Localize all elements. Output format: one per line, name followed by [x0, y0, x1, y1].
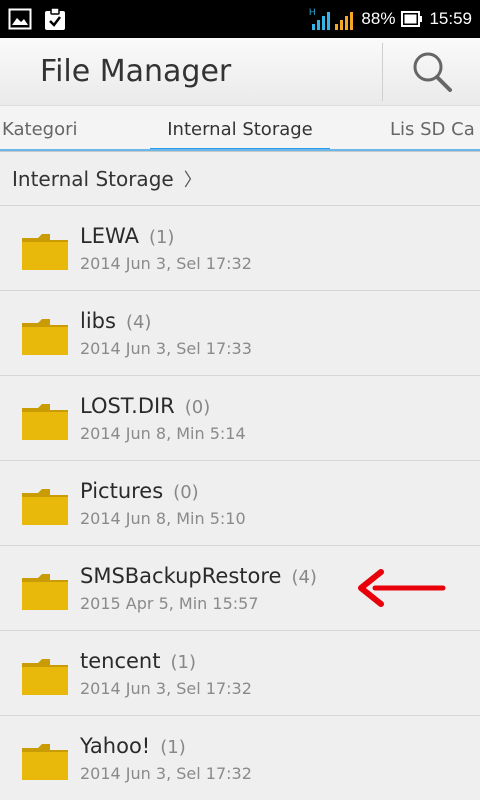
modified-date: 2014 Jun 3, Sel 17:32	[80, 678, 252, 698]
folder-text: LOST.DIR (0) 2014 Jun 8, Min 5:14	[80, 394, 246, 443]
gallery-icon	[8, 8, 32, 30]
battery-percent: 88%	[361, 9, 396, 28]
item-count: (1)	[160, 736, 186, 758]
folder-row-lewa[interactable]: LEWA (1) 2014 Jun 3, Sel 17:32	[0, 206, 480, 291]
folder-icon	[22, 744, 68, 780]
action-bar: File Manager	[0, 38, 480, 106]
modified-date: 2014 Jun 3, Sel 17:33	[80, 338, 252, 358]
folder-row-tencent[interactable]: tencent (1) 2014 Jun 3, Sel 17:32	[0, 631, 480, 716]
tab-underline	[0, 149, 480, 151]
status-bar: H 88% 15:59	[0, 0, 480, 38]
folder-row-smsbackuprestore[interactable]: SMSBackupRestore (4) 2015 Apr 5, Min 15:…	[0, 546, 480, 631]
chevron-right-icon: 〉	[183, 169, 202, 191]
battery-icon	[401, 11, 423, 27]
search-icon	[413, 52, 452, 92]
modified-date: 2014 Jun 3, Sel 17:32	[80, 253, 252, 273]
folder-name: Pictures	[80, 478, 164, 503]
folder-name: tencent	[80, 648, 161, 673]
modified-date: 2014 Jun 8, Min 5:14	[80, 423, 246, 443]
tab-sd-card[interactable]: Lis SD Ca	[390, 106, 475, 151]
breadcrumb-label: Internal Storage	[12, 166, 174, 191]
item-count: (1)	[148, 226, 175, 248]
folder-icon	[22, 659, 68, 695]
folder-text: Yahoo! (1) 2014 Jun 3, Sel 17:32	[80, 734, 252, 783]
folder-name: libs	[80, 308, 116, 333]
modified-date: 2015 Apr 5, Min 15:57	[80, 593, 259, 613]
folder-text: tencent (1) 2014 Jun 3, Sel 17:32	[80, 649, 252, 698]
folder-icon	[22, 574, 68, 610]
folder-icon	[22, 319, 68, 355]
tab-kategori[interactable]: Kategori	[2, 106, 78, 151]
folder-text: Pictures (0) 2014 Jun 8, Min 5:10	[80, 479, 246, 528]
folder-row-libs[interactable]: libs (4) 2014 Jun 3, Sel 17:33	[0, 291, 480, 376]
folder-text: LEWA (1) 2014 Jun 3, Sel 17:32	[80, 224, 252, 273]
folder-row-yahoo[interactable]: Yahoo! (1) 2014 Jun 3, Sel 17:32	[0, 716, 480, 800]
signal-icon: H	[307, 6, 355, 32]
item-count: (4)	[125, 311, 152, 333]
app-title: File Manager	[40, 54, 232, 89]
search-button[interactable]	[383, 38, 480, 106]
network-type-label: H	[309, 7, 316, 17]
folder-row-pictures[interactable]: Pictures (0) 2014 Jun 8, Min 5:10	[0, 461, 480, 546]
folder-name: Yahoo!	[80, 733, 151, 758]
tab-bar: Kategori Internal Storage Lis SD Ca	[0, 106, 480, 152]
red-arrow-annotation-icon	[358, 569, 446, 607]
folder-text: SMSBackupRestore (4) 2015 Apr 5, Min 15:…	[80, 564, 317, 613]
clipboard-check-icon	[44, 7, 66, 31]
folder-icon	[22, 489, 68, 525]
folder-name: SMSBackupRestore	[80, 563, 282, 588]
folder-name: LEWA	[80, 223, 139, 248]
item-count: (1)	[170, 651, 196, 673]
folder-icon	[22, 404, 68, 440]
modified-date: 2014 Jun 3, Sel 17:32	[80, 763, 252, 783]
folder-name: LOST.DIR	[80, 393, 175, 418]
modified-date: 2014 Jun 8, Min 5:10	[80, 508, 246, 528]
item-count: (4)	[291, 566, 317, 588]
folder-text: libs (4) 2014 Jun 3, Sel 17:33	[80, 309, 252, 358]
item-count: (0)	[184, 396, 211, 418]
tab-internal-storage[interactable]: Internal Storage	[150, 106, 330, 151]
folder-row-lost-dir[interactable]: LOST.DIR (0) 2014 Jun 8, Min 5:14	[0, 376, 480, 461]
item-count: (0)	[173, 481, 199, 503]
file-list: LEWA (1) 2014 Jun 3, Sel 17:32 libs (4) …	[0, 206, 480, 800]
breadcrumb[interactable]: Internal Storage 〉	[0, 152, 480, 206]
folder-icon	[22, 234, 68, 270]
clock: 15:59	[429, 9, 472, 28]
